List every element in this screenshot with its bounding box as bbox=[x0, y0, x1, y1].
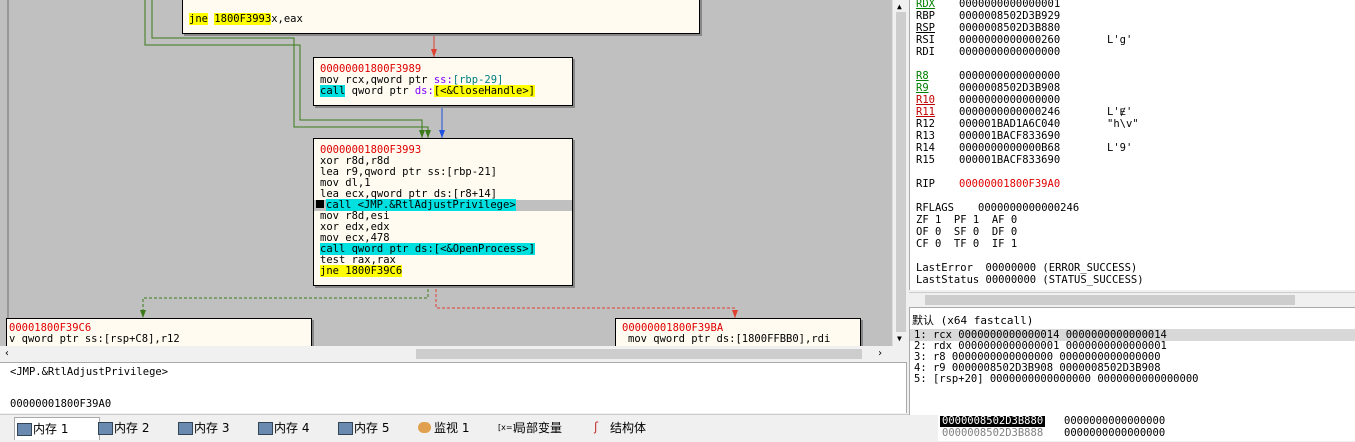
struct-icon: ʃ bbox=[594, 420, 599, 434]
rflags-row[interactable]: RFLAGS 0000000000000246 bbox=[916, 202, 1079, 214]
flags-row[interactable]: ZF 1 PF 1 AF 0 bbox=[916, 214, 1017, 226]
last-status-row[interactable]: LastStatus 00000000 (STATUS_SUCCESS) bbox=[916, 274, 1144, 286]
edge-arrow-green-2 bbox=[425, 130, 431, 138]
watch-icon bbox=[418, 422, 431, 433]
tab-memory-1[interactable]: 内存 1 bbox=[14, 417, 100, 440]
registers-pane[interactable]: RDX 0000000000000001 RBP 0000008502D3B929 … bbox=[909, 0, 1355, 290]
edge-arrow-dashed-green bbox=[140, 310, 146, 318]
info-symbol: <JMP.&RtlAdjustPrivilege> bbox=[10, 366, 169, 378]
register-row-r14[interactable]: R14 0000000000000B68 L'9' bbox=[916, 142, 1132, 154]
bottom-tab-bar: 内存 1 内存 2 内存 3 内存 4 内存 5 监视 1 [x=] 局部变量 ʃ… bbox=[0, 414, 940, 442]
register-row-rsp[interactable]: RSP 0000008502D3B880 bbox=[916, 22, 1107, 34]
register-row-rdx[interactable]: RDX 0000000000000001 bbox=[916, 0, 1107, 10]
last-error-row[interactable]: LastError 00000000 (ERROR_SUCCESS) bbox=[916, 262, 1137, 274]
registers-horizontal-scrollbar[interactable] bbox=[909, 292, 1355, 307]
register-row-rdi[interactable]: RDI 0000000000000000 bbox=[916, 46, 1107, 58]
memory-icon bbox=[178, 422, 193, 435]
register-row-r12[interactable]: R12 000001BAD1A6C040 "h\v" bbox=[916, 118, 1139, 130]
call-convention-header[interactable]: 默认 (x64 fastcall) bbox=[912, 312, 1033, 328]
register-row-r10[interactable]: R10 0000000000000000 bbox=[916, 94, 1107, 106]
edge-arrow-green-1 bbox=[419, 130, 425, 138]
flags-row[interactable]: OF 0 SF 0 DF 0 bbox=[916, 226, 1017, 238]
code-block-left[interactable]: 00001800F39C6 v qword ptr ss:[rsp+C8],r1… bbox=[6, 318, 312, 346]
edge-arrow-dashed-red bbox=[732, 310, 738, 318]
memory-icon bbox=[258, 422, 273, 435]
scroll-thumb[interactable] bbox=[925, 295, 1295, 305]
edge-dashed-red bbox=[435, 284, 736, 318]
info-pane[interactable]: <JMP.&RtlAdjustPrivilege> 00000001800F39… bbox=[0, 362, 907, 413]
memory-icon bbox=[98, 422, 113, 435]
code-block-right[interactable]: 00000001800F39BA mov qword ptr ds:[1800F… bbox=[615, 318, 861, 346]
code-line[interactable]: v qword ptr ss:[rsp+C8],r12 bbox=[7, 334, 311, 345]
code-line[interactable]: jne 1800F3993 bbox=[183, 13, 699, 25]
edge-arrow-blue bbox=[439, 130, 445, 138]
code-block-top[interactable]: test eax,eax jne 1800F3993 bbox=[182, 0, 700, 34]
register-row-r15[interactable]: R15 000001BACF833690 bbox=[916, 154, 1107, 166]
stack-pane[interactable]: 0000008502D3B880 0000000000000000 000000… bbox=[938, 414, 1355, 441]
scroll-left-icon[interactable]: ‹ bbox=[4, 348, 10, 359]
stack-value[interactable]: 0000000000000000 bbox=[1064, 416, 1165, 427]
edge-dashed-green bbox=[142, 284, 429, 318]
edge-arrow-red-top bbox=[431, 49, 437, 57]
call-arg-row[interactable]: 5: [rsp+20] 0000000000000000 00000000000… bbox=[914, 374, 1198, 385]
scroll-right-icon[interactable]: › bbox=[877, 348, 883, 359]
code-line[interactable]: jne 1800F39C6 bbox=[314, 265, 572, 277]
register-row-r13[interactable]: R13 000001BACF833690 bbox=[916, 130, 1107, 142]
register-row-r8[interactable]: R8 0000000000000000 bbox=[916, 70, 1107, 82]
stack-address[interactable]: 0000008502D3B888 bbox=[942, 428, 1043, 439]
code-line[interactable]: mov qword ptr ds:[1800FFBB0],rdi bbox=[616, 334, 860, 345]
register-row-rsi[interactable]: RSI 0000000000000260 L'g' bbox=[916, 34, 1132, 46]
tab-watch-1[interactable]: 监视 1 bbox=[416, 417, 498, 439]
graph-vertical-scrollbar[interactable]: ▲ ▼ bbox=[892, 0, 909, 346]
register-row-r11[interactable]: R11 0000000000000246 L'Ɇ' bbox=[916, 106, 1132, 118]
info-address: 00000001800F39A0 bbox=[10, 398, 112, 410]
code-block-main[interactable]: 00000001800F3993 xor r8d,r8d lea r9,qwor… bbox=[313, 138, 573, 286]
memory-icon bbox=[338, 422, 353, 435]
graph-horizontal-scrollbar[interactable]: ‹ › bbox=[0, 346, 892, 362]
register-row-rip[interactable]: RIP 00000001800F39A0 bbox=[916, 178, 1107, 190]
variable-icon: [x=] bbox=[498, 423, 516, 432]
register-row-r9[interactable]: R9 0000008502D3B908 bbox=[916, 82, 1107, 94]
scroll-up-icon[interactable]: ▲ bbox=[897, 2, 902, 11]
call-convention-pane[interactable]: 默认 (x64 fastcall) 1: rcx 000000000000001… bbox=[909, 307, 1355, 415]
tab-memory-5[interactable]: 内存 5 bbox=[336, 417, 418, 439]
tab-memory-4[interactable]: 内存 4 bbox=[256, 417, 338, 439]
stack-value[interactable]: 0000000000000000 bbox=[1064, 428, 1165, 439]
code-block-close-handle[interactable]: 00000001800F3989 mov rcx,qword ptr ss:[r… bbox=[313, 57, 573, 106]
stack-address-selected[interactable]: 0000008502D3B880 bbox=[940, 416, 1046, 427]
register-row-rbp[interactable]: RBP 0000008502D3B929 bbox=[916, 10, 1107, 22]
code-line[interactable]: call qword ptr ds:[<&CloseHandle>] bbox=[314, 85, 572, 97]
scroll-thumb[interactable] bbox=[416, 349, 862, 359]
tab-memory-3[interactable]: 内存 3 bbox=[176, 417, 258, 439]
memory-icon bbox=[17, 423, 32, 436]
flags-row[interactable]: CF 0 TF 0 IF 1 bbox=[916, 238, 1017, 250]
instruction-pointer-marker bbox=[316, 200, 324, 208]
graph-view[interactable]: test eax,eax jne 1800F3993 00000001800F3… bbox=[0, 0, 892, 346]
tab-locals[interactable]: [x=] 局部变量 bbox=[496, 417, 590, 439]
scroll-thumb[interactable] bbox=[896, 12, 906, 332]
scroll-down-icon[interactable]: ▼ bbox=[897, 334, 902, 343]
tab-memory-2[interactable]: 内存 2 bbox=[96, 417, 178, 439]
tab-struct[interactable]: ʃ 结构体 bbox=[592, 417, 674, 439]
